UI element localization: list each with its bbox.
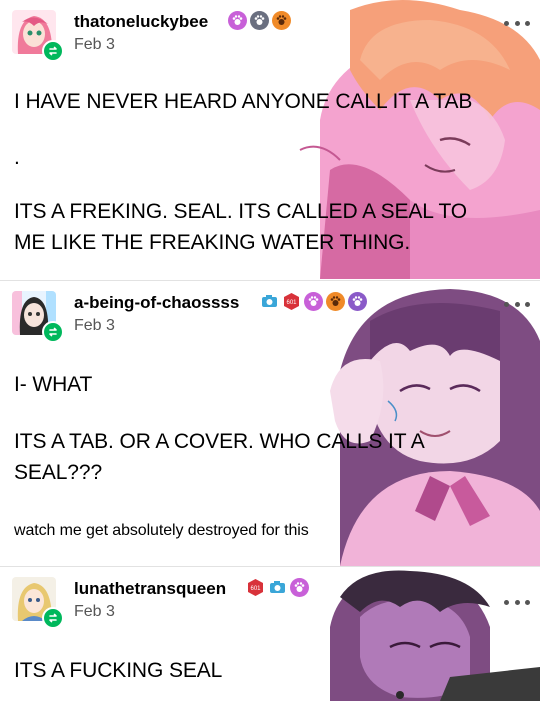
camera-badge-blue-icon[interactable] xyxy=(260,292,279,311)
hex-badge-red-icon[interactable]: 601 xyxy=(282,292,301,311)
post-1: thatoneluckybee Feb 3 I HAVE NEVER HEARD… xyxy=(0,0,540,279)
reblog-icon xyxy=(42,40,64,62)
post-text-line: ITS A TAB. OR A COVER. WHO CALLS IT A xyxy=(14,430,425,453)
badge-row xyxy=(228,11,291,30)
camera-badge-blue-icon[interactable] xyxy=(268,578,287,597)
post-text-line: ITS A FUCKING SEAL xyxy=(14,659,223,682)
reblog-icon xyxy=(42,321,64,343)
post-date[interactable]: Feb 3 xyxy=(74,317,115,335)
post-small-text: watch me get absolutely destroyed for th… xyxy=(14,522,309,539)
post-2: a-being-of-chaossss 601 Feb 3 I- WHAT IT… xyxy=(0,280,540,566)
paw-badge-orange-icon[interactable] xyxy=(326,292,345,311)
reblog-icon xyxy=(42,607,64,629)
post-text-line: ME LIKE THE FREAKING WATER THING. xyxy=(14,231,411,254)
paw-badge-gray-icon[interactable] xyxy=(250,11,269,30)
post-text-line: I- WHAT xyxy=(14,373,93,396)
post-2-artwork xyxy=(330,289,540,566)
paw-badge-pink-icon[interactable] xyxy=(228,11,247,30)
svg-text:601: 601 xyxy=(286,300,297,306)
post-text-line: SEAL??? xyxy=(14,461,103,484)
post-text-line: . xyxy=(14,146,20,169)
post-text-line: ITS A FREKING. SEAL. ITS CALLED A SEAL T… xyxy=(14,200,468,223)
badge-row: 601 xyxy=(246,578,309,597)
badge-row: 601 xyxy=(260,292,367,311)
post-3: lunathetransqueen 601 Feb 3 ITS A FUCKIN… xyxy=(0,566,540,701)
more-options-icon[interactable] xyxy=(504,299,530,309)
username[interactable]: lunathetransqueen xyxy=(74,579,226,599)
post-date[interactable]: Feb 3 xyxy=(74,603,115,621)
post-date[interactable]: Feb 3 xyxy=(74,36,115,54)
hex-badge-red-icon[interactable]: 601 xyxy=(246,578,265,597)
more-options-icon[interactable] xyxy=(504,597,530,607)
paw-badge-pink-icon[interactable] xyxy=(304,292,323,311)
paw-badge-pink-icon[interactable] xyxy=(290,578,309,597)
username[interactable]: a-being-of-chaossss xyxy=(74,293,239,313)
svg-text:601: 601 xyxy=(250,586,261,592)
post-text-line: I HAVE NEVER HEARD ANYONE CALL IT A TAB xyxy=(14,90,473,113)
more-options-icon[interactable] xyxy=(504,18,530,28)
paw-badge-purple-icon[interactable] xyxy=(348,292,367,311)
username[interactable]: thatoneluckybee xyxy=(74,12,208,32)
paw-badge-orange-icon[interactable] xyxy=(272,11,291,30)
post-3-artwork xyxy=(330,570,540,701)
